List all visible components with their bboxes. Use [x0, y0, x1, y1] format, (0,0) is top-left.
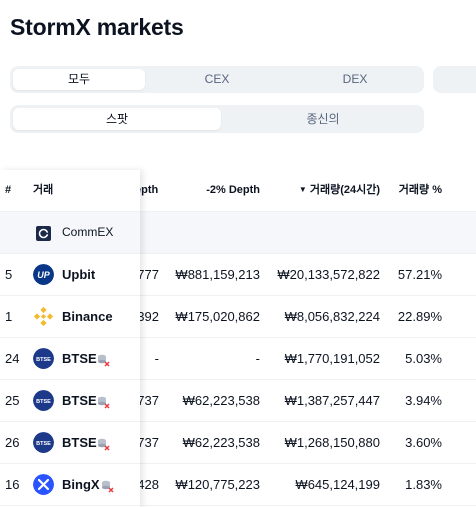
volume-pct-cell: 5.03% [405, 351, 442, 366]
header-exchange[interactable]: 거래 [33, 170, 53, 212]
warning-badge-icon [102, 480, 114, 493]
warning-badge-icon [98, 438, 110, 451]
tab-spot[interactable]: 스팟 [13, 108, 221, 130]
svg-text:BTSE: BTSE [36, 357, 51, 363]
exchange-cell[interactable]: 16 BingX [0, 464, 140, 506]
tab-dex[interactable]: DEX [289, 69, 421, 90]
volume-pct-cell: 3.94% [405, 393, 442, 408]
svg-text:BTSE: BTSE [36, 441, 51, 447]
minus-depth-cell: ₩120,775,223 [175, 477, 260, 492]
page-title: StormX markets [10, 14, 184, 40]
svg-text:UP: UP [37, 270, 50, 280]
rank-cell: 25 [5, 393, 20, 408]
svg-text:BTSE: BTSE [36, 399, 51, 405]
warning-badge-icon [98, 354, 110, 367]
volume-cell: ₩1,770,191,052 [284, 351, 380, 366]
tab-all[interactable]: 모두 [13, 69, 145, 90]
header-minus-depth[interactable]: -2% Depth [170, 170, 260, 212]
exchange-name[interactable]: BTSE [62, 338, 97, 380]
exchange-name[interactable]: Binance [62, 296, 113, 338]
tab-perpetual[interactable]: 종신의 [224, 108, 422, 130]
exchange-name[interactable]: BTSE [62, 422, 97, 464]
exchange-name[interactable]: BTSE [62, 380, 97, 422]
rank-cell: 26 [5, 435, 20, 450]
exchange-cell[interactable]: 5 UP Upbit [0, 254, 140, 296]
volume-cell: ₩1,268,150,880 [284, 435, 380, 450]
btse-logo-icon: BTSE [33, 390, 54, 411]
btse-logo-icon: BTSE [33, 348, 54, 369]
header-volume[interactable]: ▼ 거래량(24시간) [270, 170, 380, 212]
bingx-logo-icon [33, 474, 54, 495]
sticky-header: # 거래 [0, 170, 140, 212]
warning-badge-icon [98, 396, 110, 409]
product-type-tabs: 스팟 종신의 [10, 105, 424, 133]
binance-logo-icon [33, 306, 54, 327]
rank-cell: 24 [5, 351, 20, 366]
markets-table: epth -2% Depth ▼ 거래량(24시간) 거래량 % 777 ₩88… [0, 170, 476, 507]
minus-depth-cell: ₩881,159,213 [175, 267, 260, 282]
volume-pct-cell: 1.83% [405, 477, 442, 492]
exchange-name[interactable]: Upbit [62, 254, 95, 296]
header-volume-pct[interactable]: 거래량 % [386, 170, 442, 212]
commex-logo-icon [36, 226, 51, 241]
exchange-cell[interactable]: 26 BTSE BTSE [0, 422, 140, 464]
volume-cell: ₩645,124,199 [295, 477, 380, 492]
volume-cell: ₩1,387,257,447 [284, 393, 380, 408]
header-rank[interactable]: # [5, 170, 11, 212]
market-type-tabs: 모두 CEX DEX [10, 66, 424, 93]
minus-depth-cell: - [255, 351, 260, 366]
sponsored-exchange-name[interactable]: CommEX [62, 212, 113, 254]
filter-control[interactable] [433, 66, 476, 93]
exchange-cell[interactable]: 24 BTSE BTSE [0, 338, 140, 380]
exchange-cell[interactable]: 25 BTSE BTSE [0, 380, 140, 422]
rank-cell: 1 [5, 309, 13, 324]
volume-cell: ₩8,056,832,224 [284, 309, 380, 324]
minus-depth-cell: ₩175,020,862 [175, 309, 260, 324]
tab-cex[interactable]: CEX [151, 69, 283, 90]
rank-cell: 16 [5, 477, 20, 492]
btse-logo-icon: BTSE [33, 432, 54, 453]
upbit-logo-icon: UP [33, 264, 54, 285]
volume-pct-cell: 57.21% [397, 267, 442, 282]
volume-pct-cell: 3.60% [405, 435, 442, 450]
volume-pct-cell: 22.89% [397, 309, 442, 324]
rank-cell: 5 [5, 267, 13, 282]
sticky-exchange-column: # 거래 CommEX 5 UP Upbit 1 Binance 24 BTSE… [0, 170, 140, 507]
exchange-cell[interactable]: 1 Binance [0, 296, 140, 338]
sort-desc-icon: ▼ [298, 185, 307, 194]
header-volume-label: 거래량(24시간) [309, 184, 380, 196]
volume-cell: ₩20,133,572,822 [277, 267, 380, 282]
sponsored-exchange[interactable]: CommEX [0, 212, 140, 254]
minus-depth-cell: ₩62,223,538 [182, 435, 260, 450]
exchange-name[interactable]: BingX [62, 464, 100, 506]
minus-depth-cell: ₩62,223,538 [182, 393, 260, 408]
